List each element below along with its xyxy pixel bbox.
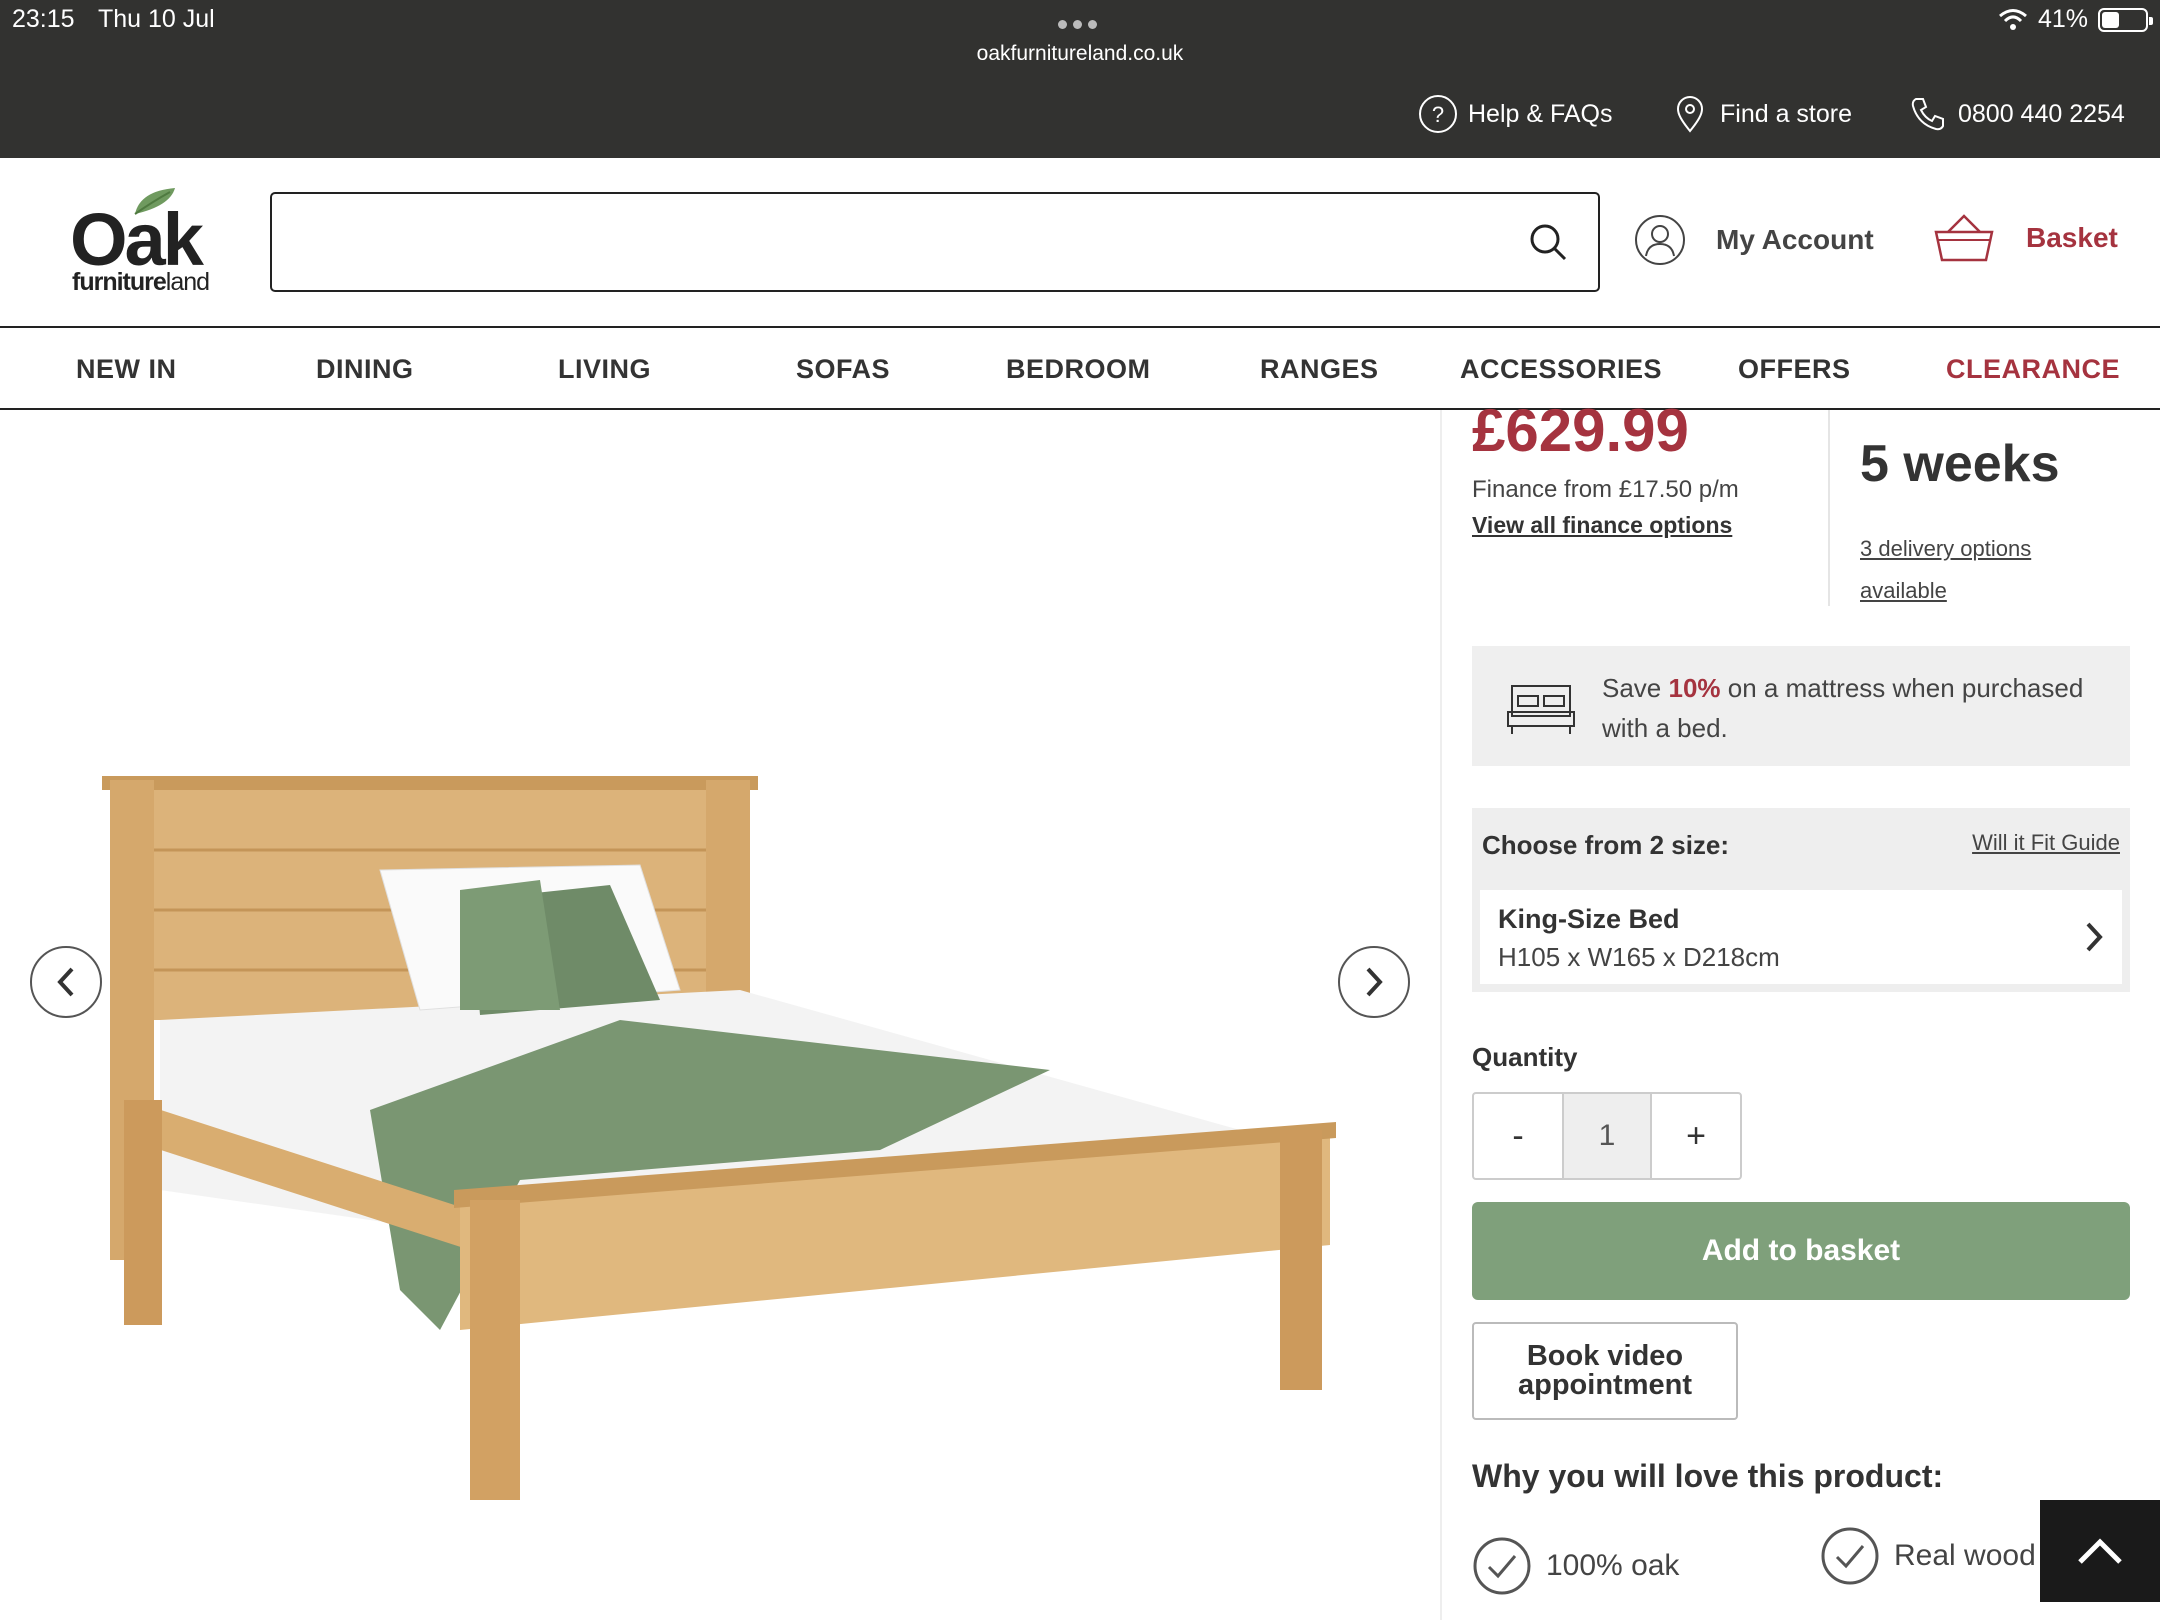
column-divider xyxy=(1440,410,1442,1620)
feature-label: Real wood to bottom xyxy=(1894,1539,2054,1572)
logo-subtext: furnitureland xyxy=(72,268,210,297)
my-account-label: My Account xyxy=(1716,224,1874,255)
logo-sub-light: land xyxy=(165,268,210,296)
finance-options-link[interactable]: View all finance options xyxy=(1472,512,1732,539)
battery-percent: 41% xyxy=(2037,5,2088,33)
quantity-decrease-button[interactable]: - xyxy=(1474,1094,1562,1178)
help-link[interactable]: ? Help & FAQs xyxy=(1418,94,1613,134)
basket-label: Basket xyxy=(2026,222,2118,253)
phone-link[interactable]: 0800 440 2254 xyxy=(1908,94,2125,134)
mattress-promo-banner: Save 10% on a mattress when purchased wi… xyxy=(1472,646,2130,766)
delivery-time: 5 weeks xyxy=(1860,435,2060,493)
product-image-bed[interactable] xyxy=(0,410,1440,1620)
help-icon: ? xyxy=(1419,95,1457,133)
chevron-right-icon xyxy=(1366,967,1383,997)
why-love-heading: Why you will love this product: xyxy=(1472,1458,1944,1494)
quantity-label: Quantity xyxy=(1472,1042,1578,1072)
size-option-king[interactable]: King-Size Bed H105 x W165 x D218cm xyxy=(1480,890,2122,984)
help-label: Help & FAQs xyxy=(1468,99,1613,128)
status-time: 23:15 xyxy=(12,5,75,33)
nav-new-in[interactable]: NEW IN xyxy=(76,354,177,385)
feature-real-wood: Real wood to bottom xyxy=(1820,1526,2054,1586)
nav-living[interactable]: LIVING xyxy=(558,354,651,385)
promo-pre: Save xyxy=(1602,673,1669,703)
check-circle-icon xyxy=(1473,1537,1531,1595)
nav-bedroom[interactable]: BEDROOM xyxy=(1006,354,1151,385)
nav-dining[interactable]: DINING xyxy=(316,354,414,385)
feature-100-oak: 100% oak xyxy=(1472,1536,1679,1596)
gallery-next-button[interactable] xyxy=(1338,946,1410,1018)
find-store-label: Find a store xyxy=(1720,99,1853,128)
chevron-left-icon xyxy=(57,967,74,997)
find-store-link[interactable]: Find a store xyxy=(1670,94,1852,134)
main-nav: NEW IN DINING LIVING SOFAS BEDROOM RANGE… xyxy=(0,326,2160,410)
nav-offers[interactable]: OFFERS xyxy=(1738,354,1851,385)
book-video-appointment-button[interactable]: Book video appointment xyxy=(1472,1322,1738,1420)
wifi-icon xyxy=(1998,8,2027,30)
nav-accessories[interactable]: ACCESSORIES xyxy=(1460,354,1662,385)
quantity-increase-button[interactable]: + xyxy=(1652,1094,1740,1178)
my-account-link[interactable]: My Account xyxy=(1634,214,1874,266)
nav-ranges[interactable]: RANGES xyxy=(1260,354,1379,385)
multitask-dots-icon[interactable] xyxy=(1058,16,1103,34)
size-dimensions: H105 x W165 x D218cm xyxy=(1498,942,1780,972)
delivery-options-link[interactable]: 3 delivery options available xyxy=(1860,528,2080,612)
basket-icon xyxy=(1934,214,1994,262)
oak-furnitureland-logo[interactable]: Oak furnitureland xyxy=(70,188,235,298)
chevron-right-icon xyxy=(2086,922,2103,952)
nav-clearance[interactable]: CLEARANCE xyxy=(1946,354,2120,385)
arrow-up-icon xyxy=(2078,1538,2122,1564)
check-circle-icon xyxy=(1821,1527,1879,1585)
search-input[interactable] xyxy=(270,192,1600,292)
address-bar-url[interactable]: oakfurnitureland.co.uk xyxy=(0,42,2160,66)
price-delivery-divider xyxy=(1828,410,1830,606)
phone-number: 0800 440 2254 xyxy=(1958,99,2125,128)
product-gallery xyxy=(0,410,1440,1620)
nav-sofas[interactable]: SOFAS xyxy=(796,354,890,385)
svg-text:?: ? xyxy=(1432,102,1444,127)
promo-percent: 10% xyxy=(1668,673,1721,703)
feature-label: 100% oak xyxy=(1546,1549,1680,1582)
quantity-input[interactable]: 1 xyxy=(1562,1094,1652,1178)
product-price: £629.99 xyxy=(1472,397,1689,464)
battery-icon xyxy=(2098,7,2153,32)
add-to-basket-button[interactable]: Add to basket xyxy=(1472,1202,2130,1300)
browser-top-bar: 23:15 Thu 10 Jul oakfurnitureland.co.uk … xyxy=(0,0,2160,158)
back-to-top-button[interactable] xyxy=(2040,1500,2160,1602)
phone-icon xyxy=(1911,98,1944,131)
user-icon xyxy=(1635,215,1685,265)
size-name: King-Size Bed xyxy=(1498,904,1680,934)
will-it-fit-guide-link[interactable]: Will it Fit Guide xyxy=(1972,830,2120,856)
location-pin-icon xyxy=(1676,96,1704,133)
quantity-stepper: - 1 + xyxy=(1472,1092,1742,1180)
logo-sub-bold: furniture xyxy=(72,268,167,296)
search-icon[interactable] xyxy=(1528,222,1568,262)
size-heading: Choose from 2 size: xyxy=(1482,830,1730,860)
status-right: 41% xyxy=(1998,5,2153,34)
gallery-prev-button[interactable] xyxy=(30,946,102,1018)
basket-link[interactable]: Basket xyxy=(1932,212,2118,264)
bed-icon xyxy=(1507,685,1575,734)
promo-text: Save 10% on a mattress when purchased wi… xyxy=(1602,668,2130,748)
status-date: Thu 10 Jul xyxy=(98,5,215,33)
finance-text: Finance from £17.50 p/m xyxy=(1472,476,1739,503)
size-selector: Choose from 2 size: Will it Fit Guide Ki… xyxy=(1472,808,2130,992)
